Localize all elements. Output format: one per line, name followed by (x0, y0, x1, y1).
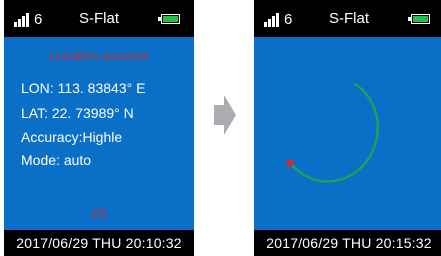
latitude-value: 22. 73989° N (51, 105, 134, 121)
latitude-row: LAT: 22. 73989° N (21, 105, 134, 121)
location-status: Location success (49, 48, 149, 63)
accuracy-row: Accuracy:Highle (21, 129, 123, 145)
datetime-footer: 2017/06/29 THU 20:15:32 (254, 230, 441, 256)
track-start-point (286, 159, 294, 167)
time-text: 20:15:32 (375, 235, 432, 251)
arrow-right-icon (214, 95, 236, 135)
longitude-value: 113. 83843° E (57, 80, 146, 96)
battery-icon (158, 14, 180, 24)
time-text: 20:10:32 (125, 235, 182, 251)
countdown-timer: 2S (91, 206, 107, 221)
mode-row: Mode: auto (21, 152, 91, 168)
track-screen (254, 37, 441, 230)
status-bar: 6 S-Flat (4, 0, 194, 37)
status-bar: 6 S-Flat (254, 0, 441, 37)
day-text: THU (92, 235, 122, 251)
device-right: 6 S-Flat 2017/06/29 THU 20:15:32 (254, 0, 441, 256)
mode-label: Mode: (21, 152, 60, 168)
date-text: 2017/06/29 (16, 235, 89, 251)
track-map (286, 82, 379, 183)
device-left: 6 S-Flat Location success LON: 113. 8384… (4, 0, 194, 256)
datetime-footer: 2017/06/29 THU 20:10:32 (4, 230, 194, 256)
date-text: 2017/06/29 (266, 235, 339, 251)
day-text: THU (342, 235, 372, 251)
battery-icon (408, 14, 430, 24)
main-screen: Location success LON: 113. 83843° E LAT:… (4, 37, 194, 230)
latitude-label: LAT: (21, 105, 48, 121)
longitude-label: LON: (21, 80, 54, 96)
mode-value: auto (63, 152, 92, 168)
track-path (288, 82, 379, 183)
longitude-row: LON: 113. 83843° E (21, 80, 145, 96)
